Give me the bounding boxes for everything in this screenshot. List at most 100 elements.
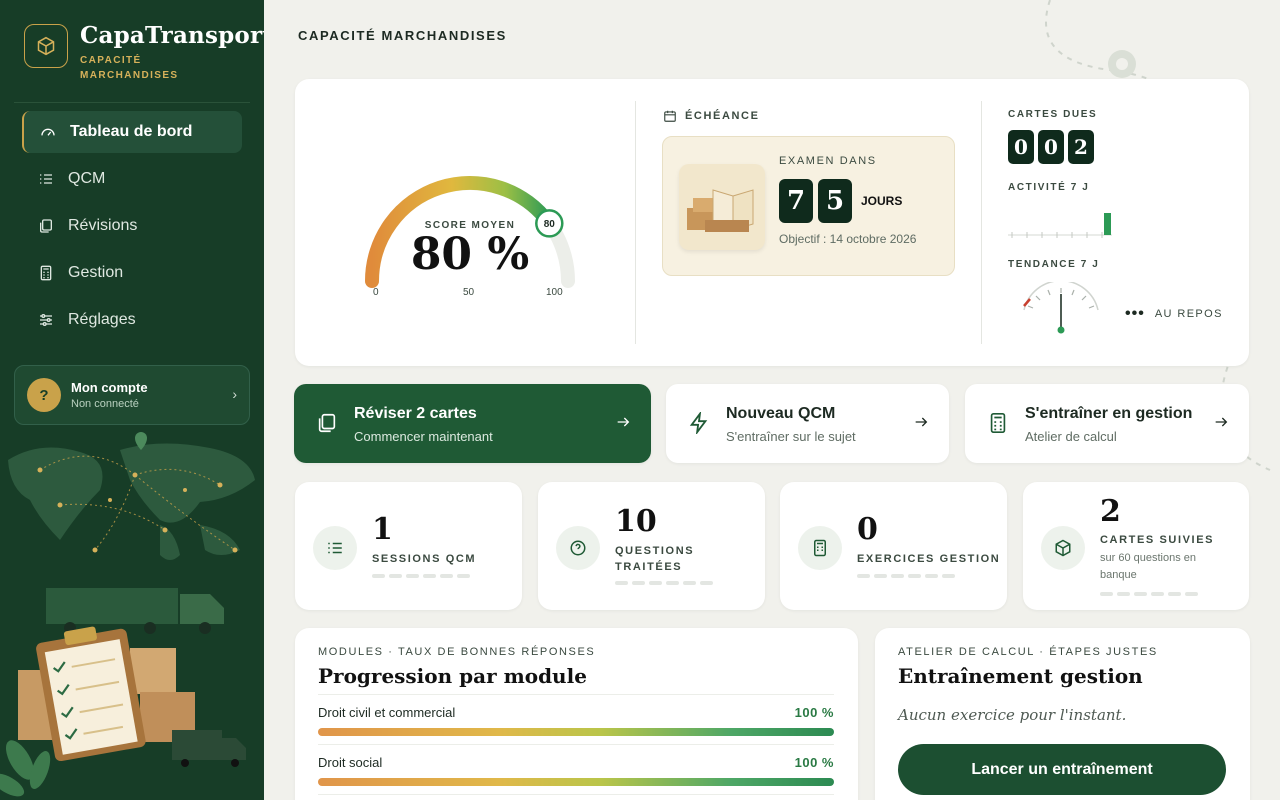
question-circle-icon [556,526,600,570]
account-name: Mon compte [71,380,148,395]
module-name: Droit civil et commercial [318,705,456,720]
stat-progress-dashes [1100,592,1198,596]
exam-objective: Objectif : 14 octobre 2026 [779,232,917,246]
score-value: 80 % [410,229,530,280]
brand-subtitle-1: CAPACITÉ [80,55,142,66]
stat-subtitle: sur 60 questions en banque [1100,552,1197,581]
arrow-right-icon [1215,417,1228,427]
activity-bar [1104,213,1111,235]
sidebar-item-dashboard[interactable]: Tableau de bord [22,111,242,153]
gauge-min-label: 0 [373,287,379,298]
cards-due-label: CARTES DUES [1008,109,1098,120]
module-bar [318,778,834,786]
sidebar-item-label: Tableau de bord [70,123,193,140]
stat-progress-dashes [857,574,955,578]
account-status: Non connecté [71,398,139,410]
divider [635,101,636,344]
stat-label: QUESTIONS [615,545,695,557]
sidebar-item-label: Réglages [68,311,136,328]
calc-workshop-card: ATELIER DE CALCUL · ÉTAPES JUSTES Entraî… [875,628,1250,800]
stat-card-exercises: 0 EXERCICES GESTION [780,482,1007,610]
cards-icon [318,413,336,433]
books-boxes-icon [679,164,765,250]
cards-icon [38,218,54,234]
lightning-icon [689,412,708,434]
avatar: ? [27,378,61,412]
stat-label: SESSIONS QCM [372,553,477,565]
exam-countdown: EXAMEN DANS 7 5 JOURS Objectif : 14 octo… [662,136,955,276]
action-title: S'entraîner en gestion [1025,405,1193,422]
brand[interactable]: CapaTransport CAPACITÉ MARCHANDISES [24,22,264,83]
brand-name: CapaTransport [80,22,264,49]
activity-label: ACTIVITÉ 7 J [1008,182,1090,193]
gauge-max-label: 100 [546,287,563,298]
calculator-icon [990,413,1006,433]
new-qcm-button[interactable]: Nouveau QCM S'entraîner sur le sujet [666,384,949,463]
list-icon [313,526,357,570]
dashboard-gauge-icon [40,124,56,140]
module-row[interactable]: Droit social 100 % [318,744,834,794]
train-gestion-button[interactable]: S'entraîner en gestion Atelier de calcul [965,384,1249,463]
action-subtitle: S'entraîner sur le sujet [726,429,856,444]
module-name: Droit social [318,755,383,770]
sidebar-item-gestion[interactable]: Gestion [22,252,242,294]
module-progress-card: MODULES · TAUX DE BONNES RÉPONSES Progre… [295,628,858,800]
calc-label: ATELIER DE CALCUL · ÉTAPES JUSTES [898,646,1158,658]
cards-due-digit: 0 [1038,130,1064,164]
sidebar-divider [14,102,250,103]
sidebar-item-qcm[interactable]: QCM [22,158,242,200]
review-cards-button[interactable]: Réviser 2 cartes Commencer maintenant [294,384,651,463]
calc-title: Entraînement gestion [898,664,1143,688]
days-digit: 7 [779,179,813,223]
module-bar-fill [318,728,834,736]
arrow-right-icon [915,417,928,427]
calc-empty-message: Aucun exercice pour l'instant. [898,706,1127,724]
calculator-icon [798,526,842,570]
more-dots-icon: ••• [1125,305,1145,322]
module-bar-fill [318,778,834,786]
brand-subtitle-2: MARCHANDISES [80,70,179,81]
stat-value: 0 [857,512,878,547]
sidebar-item-label: Révisions [68,217,138,234]
cards-due-digit: 2 [1068,130,1094,164]
chevron-right-icon: › [232,386,237,402]
days-unit: JOURS [861,194,903,208]
action-title: Nouveau QCM [726,405,836,422]
cube-icon [1041,526,1085,570]
arrow-right-icon [617,417,630,427]
exam-label: EXAMEN DANS [779,155,877,167]
module-row-divider [318,794,834,800]
sidebar-item-label: Gestion [68,264,124,281]
calendar-icon [664,110,676,122]
module-row[interactable]: Droit civil et commercial 100 % [318,694,834,744]
action-subtitle: Atelier de calcul [1025,429,1117,444]
stat-value: 2 [1100,494,1121,529]
sidebar-nav: Tableau de bord QCM Révisions Gestion Ré… [22,111,242,346]
stat-card-sessions: 1 SESSIONS QCM [295,482,522,610]
trend-dial [1023,282,1099,334]
stat-card-cards: 2 CARTES SUIVIES sur 60 questions en ban… [1023,482,1249,610]
stat-value: 10 [615,504,657,539]
cards-due-digit: 0 [1008,130,1034,164]
launch-training-button[interactable]: Lancer un entraînement [898,744,1226,795]
module-pct: 100 % [794,705,834,720]
stat-card-questions: 10 QUESTIONS TRAITÉES [538,482,765,610]
deadline-label: ÉCHÉANCE [685,110,760,122]
stat-label: CARTES SUIVIES [1100,534,1215,546]
sidebar-item-revisions[interactable]: Révisions [22,205,242,247]
stat-label: EXERCICES GESTION [857,553,1001,565]
logistics-illustration [0,432,255,797]
stat-value: 1 [372,512,393,547]
sliders-icon [38,312,54,328]
sidebar-item-reglages[interactable]: Réglages [22,299,242,341]
modules-label: MODULES · TAUX DE BONNES RÉPONSES [318,646,596,658]
divider [981,101,982,344]
activity-sparkline [1008,213,1112,238]
module-bar [318,728,834,736]
action-title: Réviser 2 cartes [354,405,477,422]
days-digit: 5 [818,179,852,223]
account-button[interactable]: ? Mon compte Non connecté › [14,365,250,425]
stat-progress-dashes [615,581,713,585]
sidebar-item-label: QCM [68,170,106,187]
modules-title: Progression par module [318,664,587,688]
